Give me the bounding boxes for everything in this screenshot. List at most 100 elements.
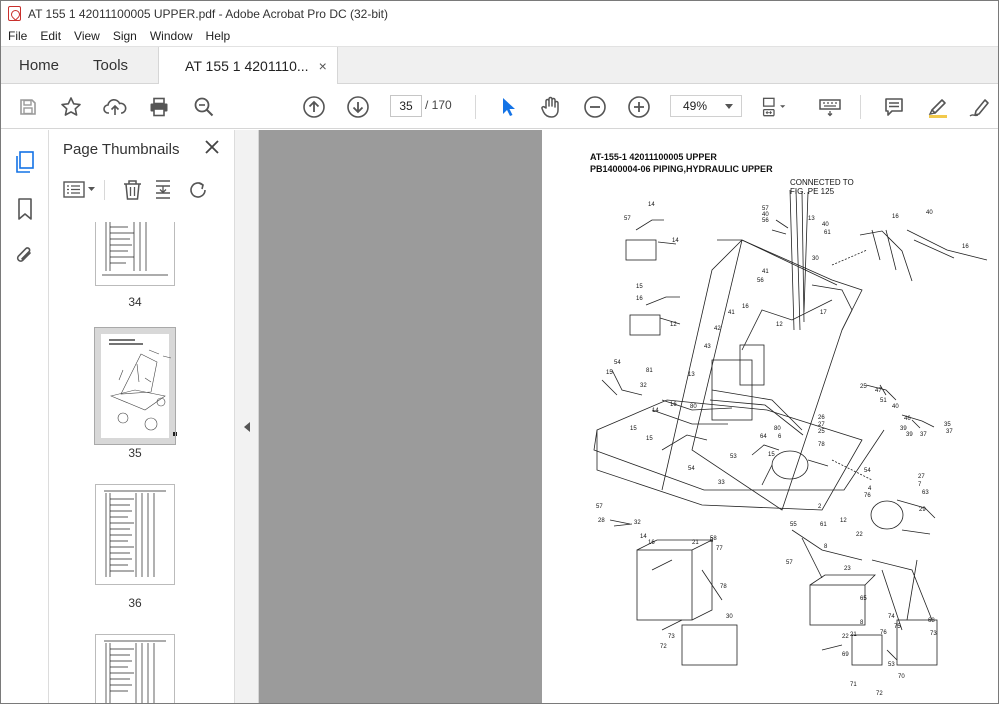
collapse-left-icon[interactable] xyxy=(244,422,250,432)
svg-text:76: 76 xyxy=(880,630,887,636)
svg-text:46: 46 xyxy=(904,416,911,422)
svg-text:14: 14 xyxy=(648,202,655,208)
menu-sign[interactable]: Sign xyxy=(106,29,143,43)
svg-text:55: 55 xyxy=(790,522,797,528)
thumbnail-page-35[interactable] xyxy=(94,327,177,445)
svg-text:54: 54 xyxy=(688,466,695,472)
options-menu-icon[interactable] xyxy=(63,181,95,198)
svg-text:15: 15 xyxy=(630,426,637,432)
comment-icon[interactable] xyxy=(881,94,907,120)
rotate-page-icon[interactable] xyxy=(190,182,206,198)
page-thumbnails-icon[interactable] xyxy=(13,150,37,174)
menu-edit[interactable]: Edit xyxy=(33,29,67,43)
save-icon[interactable] xyxy=(15,94,41,120)
tab-document[interactable]: AT 155 1 4201110... × xyxy=(158,47,339,84)
thumbnail-page-34[interactable] xyxy=(95,222,175,286)
menu-view[interactable]: View xyxy=(67,29,106,43)
keyboard-icon[interactable] xyxy=(817,94,843,120)
zoom-level-value: 49% xyxy=(683,99,708,113)
delete-trash-icon[interactable] xyxy=(124,180,141,200)
svg-text:29: 29 xyxy=(919,507,926,513)
menu-window[interactable]: Window xyxy=(143,29,199,43)
svg-text:16: 16 xyxy=(648,540,655,546)
zoom-out-icon[interactable] xyxy=(582,94,608,120)
svg-text:73: 73 xyxy=(668,634,675,640)
svg-text:12: 12 xyxy=(840,518,847,524)
svg-text:51: 51 xyxy=(880,398,887,404)
svg-text:32: 32 xyxy=(634,520,641,526)
share-upload-icon[interactable] xyxy=(102,94,128,120)
close-panel-button[interactable] xyxy=(203,138,221,156)
page-display-icon[interactable] xyxy=(761,94,787,120)
panel-title: Page Thumbnails xyxy=(63,141,180,158)
svg-text:69: 69 xyxy=(842,652,849,658)
tab-tools[interactable]: Tools xyxy=(77,47,158,83)
menu-help[interactable]: Help xyxy=(199,29,237,43)
note-line2: FIG. PE 125 xyxy=(790,187,835,196)
svg-text:39: 39 xyxy=(906,432,913,438)
svg-text:64: 64 xyxy=(760,434,767,440)
svg-text:21: 21 xyxy=(850,632,857,638)
svg-text:57: 57 xyxy=(786,560,793,566)
svg-text:43: 43 xyxy=(704,344,711,350)
svg-text:27: 27 xyxy=(918,474,925,480)
zoom-level-dropdown[interactable]: 49% xyxy=(670,95,742,117)
navigation-rail xyxy=(1,130,49,703)
zoom-in-icon[interactable] xyxy=(626,94,652,120)
svg-text:71: 71 xyxy=(850,682,857,688)
svg-text:75: 75 xyxy=(894,624,901,630)
print-icon[interactable] xyxy=(146,94,172,120)
svg-text:4: 4 xyxy=(868,486,872,492)
svg-text:12: 12 xyxy=(670,322,677,328)
collapse-panel-strip[interactable] xyxy=(235,130,259,703)
svg-text:15: 15 xyxy=(636,284,643,290)
svg-text:25: 25 xyxy=(818,429,825,435)
tab-bar: Home Tools AT 155 1 4201110... × xyxy=(1,46,998,84)
attachments-paperclip-icon[interactable] xyxy=(13,244,37,268)
page-total-label: / 170 xyxy=(425,98,452,112)
svg-text:7: 7 xyxy=(918,482,922,488)
bookmarks-icon[interactable] xyxy=(13,197,37,221)
svg-text:15: 15 xyxy=(606,370,613,376)
bookmark-star-icon[interactable] xyxy=(58,94,84,120)
chevron-down-icon xyxy=(725,104,733,109)
tab-home[interactable]: Home xyxy=(1,47,77,83)
pdf-page: 14 57 14 57 40 56 13 40 61 30 16 40 16 15 16 12 41 5… xyxy=(542,130,998,703)
svg-text:72: 72 xyxy=(660,644,667,650)
thumbnail-label: 36 xyxy=(128,596,142,610)
svg-text:58: 58 xyxy=(710,536,717,542)
svg-text:65: 65 xyxy=(860,596,867,602)
thumbnail-label: 34 xyxy=(128,295,142,309)
menu-file[interactable]: File xyxy=(1,29,33,43)
svg-text:57: 57 xyxy=(624,216,631,222)
svg-text:57: 57 xyxy=(596,504,603,510)
svg-text:12: 12 xyxy=(776,322,783,328)
svg-text:16: 16 xyxy=(670,402,677,408)
svg-text:61: 61 xyxy=(820,522,827,528)
thumbnail-page-36[interactable] xyxy=(95,484,175,585)
svg-text:22: 22 xyxy=(856,532,863,538)
page-number-input[interactable]: 35 xyxy=(390,95,422,117)
svg-text:15: 15 xyxy=(768,452,775,458)
next-page-icon[interactable] xyxy=(345,94,371,120)
sign-pen-icon[interactable] xyxy=(968,94,994,120)
select-cursor-icon[interactable] xyxy=(495,94,521,120)
svg-text:40: 40 xyxy=(892,404,899,410)
svg-text:21: 21 xyxy=(692,540,699,546)
close-tab-button[interactable]: × xyxy=(319,58,327,74)
thumbnail-page-37[interactable] xyxy=(95,634,175,703)
zoom-search-icon[interactable] xyxy=(191,94,217,120)
svg-text:42: 42 xyxy=(714,326,721,332)
document-tab-label: AT 155 1 4201110... xyxy=(185,57,309,74)
diagram-callouts: 145714 574056 134061 301640 161516 12415… xyxy=(596,202,969,697)
page-heading-line2: PB1400004-06 PIPING,HYDRAULIC UPPER xyxy=(590,164,773,174)
svg-text:70: 70 xyxy=(898,674,905,680)
toolbar-separator xyxy=(475,95,476,119)
previous-page-icon[interactable] xyxy=(301,94,327,120)
hand-tool-icon[interactable] xyxy=(538,94,564,120)
svg-text:54: 54 xyxy=(614,360,621,366)
insert-page-icon[interactable] xyxy=(156,180,170,199)
highlight-pen-icon[interactable] xyxy=(925,94,951,120)
svg-text:53: 53 xyxy=(888,662,895,668)
main-toolbar: 35 / 170 49% xyxy=(1,84,998,129)
